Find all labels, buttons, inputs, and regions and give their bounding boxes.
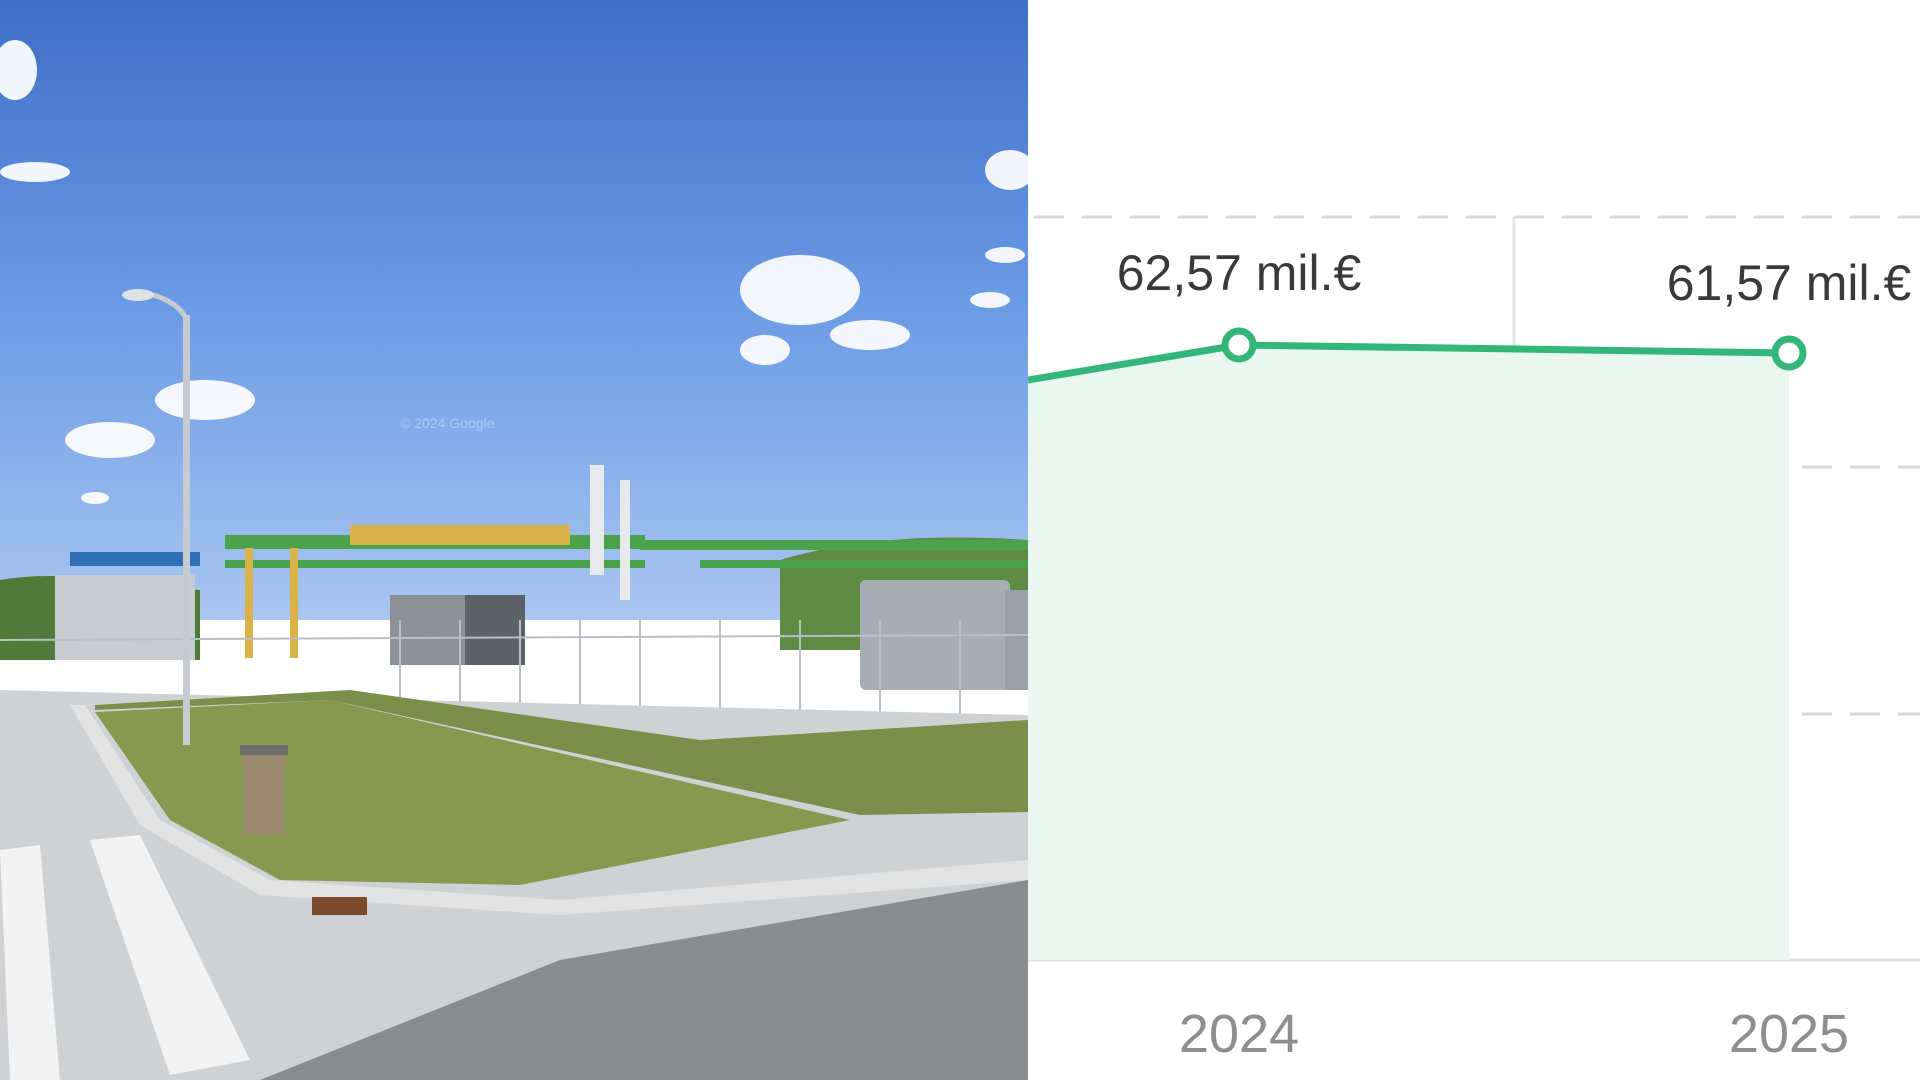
x-axis-ticks: 2024 2025 xyxy=(1179,1004,1849,1064)
value-label-2024: 62,57 mil.€ xyxy=(1117,245,1362,301)
revenue-chart: 62,57 mil.€ 61,57 mil.€ 2024 2025 xyxy=(1028,215,1920,1064)
area-fill xyxy=(1028,345,1789,960)
data-point-2024 xyxy=(1221,327,1257,363)
trash-bin xyxy=(243,750,285,835)
data-point-2025 xyxy=(1771,335,1807,371)
area-series xyxy=(1028,345,1789,960)
photo-watermark: © 2024 Google xyxy=(400,415,495,431)
plant-photo: © 2024 Google xyxy=(0,0,1028,1080)
value-label-2025: 61,57 mil.€ xyxy=(1667,255,1912,311)
x-tick-2025: 2025 xyxy=(1729,1004,1849,1064)
chart-panel: 62,57 mil.€ 61,57 mil.€ 2024 2025 xyxy=(1028,0,1920,1080)
x-tick-2024: 2024 xyxy=(1179,1004,1299,1064)
